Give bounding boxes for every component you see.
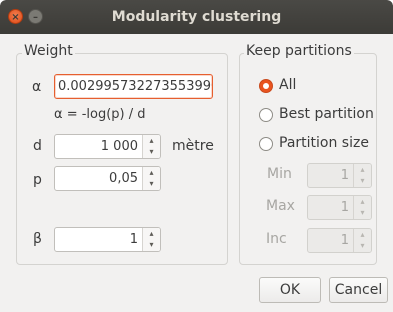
inc-stepper: 1 ▴ ▾ <box>307 228 372 253</box>
beta-spin-buttons[interactable]: ▴ ▾ <box>142 228 160 251</box>
max-label: Max <box>266 198 295 214</box>
spin-up-icon: ▴ <box>360 165 365 174</box>
spin-down-icon[interactable]: ▾ <box>143 241 160 249</box>
spin-down-icon[interactable]: ▾ <box>143 148 160 156</box>
d-spin-buttons[interactable]: ▴ ▾ <box>142 135 160 158</box>
radio-all[interactable] <box>259 79 273 93</box>
ok-button[interactable]: OK <box>259 277 321 303</box>
p-label: p <box>33 172 42 188</box>
spin-up-icon: ▴ <box>360 197 365 206</box>
min-spin-buttons: ▴ ▾ <box>353 164 371 187</box>
beta-stepper[interactable]: 1 ▴ ▾ <box>54 227 161 252</box>
radio-all-label[interactable]: All <box>279 77 296 93</box>
max-stepper: 1 ▴ ▾ <box>307 195 372 220</box>
spin-up-icon: ▴ <box>360 230 365 239</box>
max-value: 1 <box>340 200 349 215</box>
inc-spin-buttons: ▴ ▾ <box>353 229 371 252</box>
window-title: Modularity clustering <box>111 9 282 25</box>
d-unit: mètre <box>172 138 214 154</box>
radio-partition-size-label[interactable]: Partition size <box>279 135 369 151</box>
beta-label: β <box>33 231 42 247</box>
beta-value: 1 <box>129 232 138 247</box>
min-label: Min <box>267 166 292 182</box>
radio-partition-size[interactable] <box>259 137 273 151</box>
d-label: d <box>33 138 42 154</box>
d-value: 1 000 <box>100 139 138 154</box>
alpha-input-value: 0.002995732273553990 <box>58 79 213 94</box>
inc-value: 1 <box>340 233 349 248</box>
radio-best-partition-label[interactable]: Best partition <box>279 106 374 122</box>
alpha-input[interactable]: 0.002995732273553990 <box>54 74 213 99</box>
d-stepper[interactable]: 1 000 ▴ ▾ <box>54 134 161 159</box>
spin-down-icon: ▾ <box>360 176 365 185</box>
p-spin-buttons[interactable]: ▴ ▾ <box>142 167 160 190</box>
p-stepper[interactable]: 0,05 ▴ ▾ <box>54 166 161 191</box>
spin-down-icon[interactable]: ▾ <box>143 180 160 188</box>
max-spin-buttons: ▴ ▾ <box>353 196 371 219</box>
spin-up-icon[interactable]: ▴ <box>143 137 160 145</box>
alpha-label: α <box>32 79 42 95</box>
spin-down-icon: ▾ <box>360 208 365 217</box>
alpha-formula: α = -log(p) / d <box>54 107 146 122</box>
min-value: 1 <box>340 168 349 183</box>
keep-partitions-legend: Keep partitions <box>244 43 354 59</box>
cancel-button[interactable]: Cancel <box>329 277 388 303</box>
spin-down-icon: ▾ <box>360 241 365 250</box>
spin-up-icon[interactable]: ▴ <box>143 230 160 238</box>
inc-label: Inc <box>266 231 287 247</box>
min-stepper: 1 ▴ ▾ <box>307 163 372 188</box>
spin-up-icon[interactable]: ▴ <box>143 169 160 177</box>
weight-legend: Weight <box>22 43 75 59</box>
radio-best-partition[interactable] <box>259 108 273 122</box>
modularity-dialog: × – Modularity clustering Weight α 0.002… <box>0 0 393 312</box>
title-bar[interactable]: × – Modularity clustering <box>0 0 393 34</box>
p-value: 0,05 <box>109 171 138 186</box>
